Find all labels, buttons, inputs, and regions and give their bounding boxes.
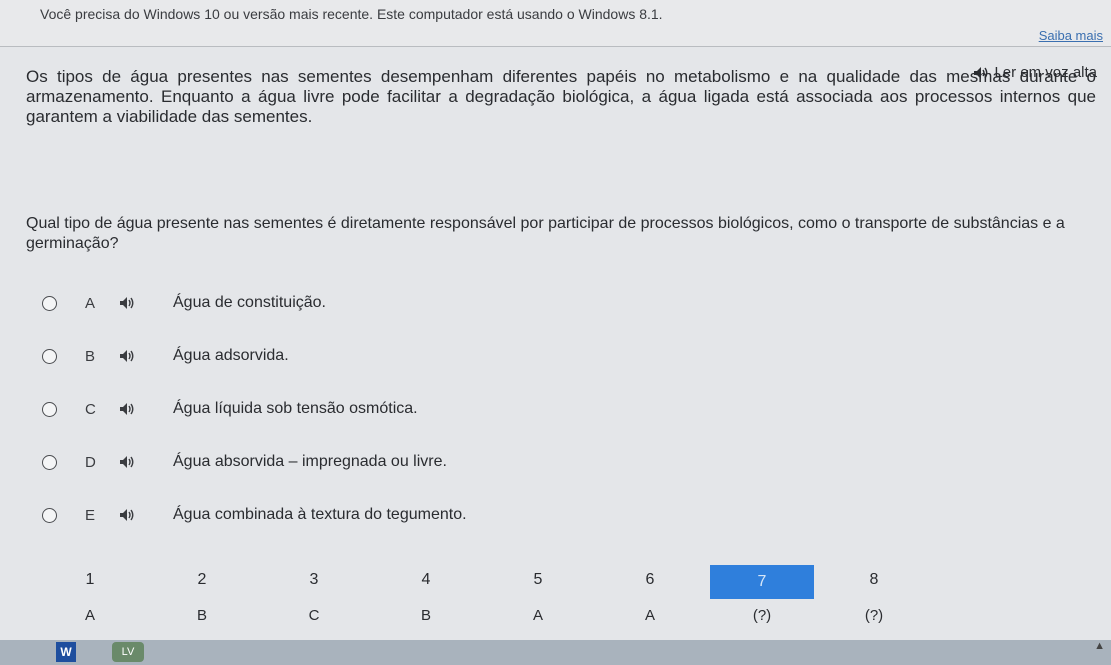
nav-number: 5 [533, 571, 543, 588]
radio-button[interactable] [42, 507, 57, 523]
speaker-icon[interactable] [119, 296, 135, 310]
option-b[interactable]: B Água adsorvida. [42, 343, 467, 369]
nav-answer: B [420, 607, 431, 624]
radio-button[interactable] [42, 295, 57, 311]
radio-button[interactable] [42, 454, 57, 470]
option-letter: E [85, 506, 96, 524]
passage-text: Os tipos de água presentes nas sementes … [26, 67, 1096, 126]
nav-answer: A [84, 607, 95, 624]
option-c[interactable]: C Água líquida sob tensão osmótica. [42, 396, 467, 422]
nav-number: 4 [421, 571, 431, 588]
option-a[interactable]: A Água de constituição. [42, 290, 467, 316]
option-e[interactable]: E Água combinada à textura do tegumento. [42, 502, 467, 528]
nav-answer: B [196, 607, 207, 624]
nav-question-4[interactable]: 4 B [370, 565, 482, 637]
nav-question-3[interactable]: 3 C [258, 565, 370, 637]
speaker-icon[interactable] [119, 455, 135, 469]
speaker-icon[interactable] [119, 402, 135, 416]
question-navigation: 1 A 2 B 3 C 4 B 5 A 6 A 7 (?) 8 (?) [34, 565, 930, 637]
radio-button[interactable] [42, 401, 57, 417]
question-text: Qual tipo de água presente nas sementes … [26, 215, 1065, 252]
option-d[interactable]: D Água absorvida – impregnada ou livre. [42, 449, 467, 475]
taskbar: W LV ▲ [0, 640, 1111, 665]
speaker-icon[interactable] [119, 349, 135, 363]
option-letter: C [85, 400, 96, 418]
nav-question-7[interactable]: 7 (?) [706, 565, 818, 637]
nav-question-2[interactable]: 2 B [146, 565, 258, 637]
option-text: Água líquida sob tensão osmótica. [173, 400, 418, 417]
speaker-icon[interactable] [119, 508, 135, 522]
option-letter: A [85, 294, 96, 312]
nav-number: 3 [309, 571, 319, 588]
option-text: Água combinada à textura do tegumento. [173, 506, 467, 523]
nav-number: 2 [197, 571, 207, 588]
app-window: Você precisa do Windows 10 ou versão mai… [0, 0, 1111, 665]
lv-app-icon[interactable]: LV [112, 642, 144, 662]
answer-options: A Água de constituição. B Água adsorvida… [42, 290, 467, 555]
option-letter: B [85, 347, 96, 365]
banner-text: Você precisa do Windows 10 ou versão mai… [40, 6, 663, 22]
windows-version-banner: Você precisa do Windows 10 ou versão mai… [0, 0, 1111, 47]
word-app-icon[interactable]: W [56, 642, 76, 662]
option-text: Água de constituição. [173, 294, 326, 311]
radio-button[interactable] [42, 348, 57, 364]
nav-answer: C [308, 607, 320, 624]
nav-answer: A [532, 607, 543, 624]
nav-question-5[interactable]: 5 A [482, 565, 594, 637]
nav-answer: (?) [752, 607, 772, 624]
option-text: Água absorvida – impregnada ou livre. [173, 453, 447, 470]
nav-question-8[interactable]: 8 (?) [818, 565, 930, 637]
chevron-up-icon[interactable]: ▲ [1094, 640, 1105, 652]
nav-answer: A [644, 607, 655, 624]
nav-number: 8 [869, 571, 879, 588]
learn-more-link[interactable]: Saiba mais [1039, 28, 1103, 43]
nav-number: 7 [710, 565, 814, 599]
option-text: Água adsorvida. [173, 347, 289, 364]
nav-answer: (?) [864, 607, 884, 624]
nav-number: 6 [645, 571, 655, 588]
nav-question-1[interactable]: 1 A [34, 565, 146, 637]
nav-number: 1 [85, 571, 95, 588]
nav-question-6[interactable]: 6 A [594, 565, 706, 637]
option-letter: D [85, 453, 96, 471]
